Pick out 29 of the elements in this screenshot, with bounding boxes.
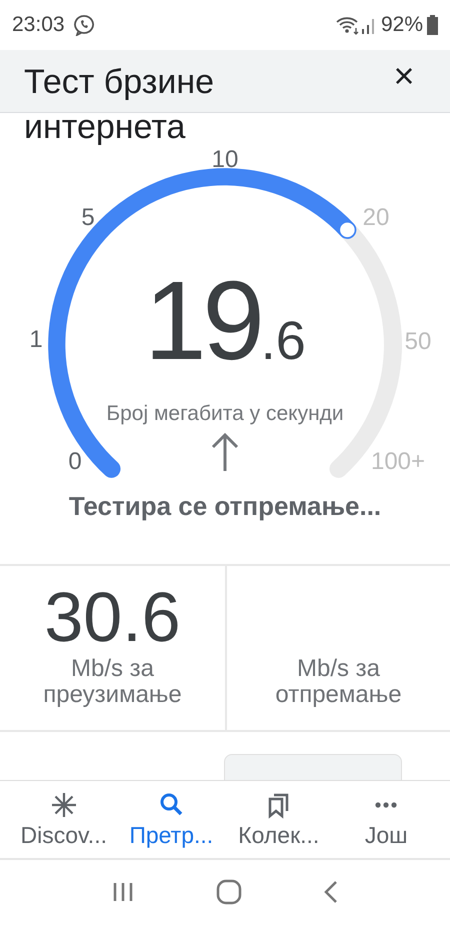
speed-decimal: .6 [260, 314, 306, 368]
speed-unit: Број мегабита у секунди [105, 402, 345, 426]
chat-icon [72, 14, 95, 36]
battery-percent: 92% [380, 13, 423, 37]
nav-tab[interactable]: Још [334, 781, 438, 858]
gauge-tick-label: 5 [81, 204, 95, 232]
nav-tab[interactable]: Discov... [12, 781, 116, 858]
upload-status: Тестира се отпремање... [68, 490, 382, 523]
nav-tab[interactable]: Претр... [119, 781, 224, 858]
gauge-tick-label: 20 [362, 204, 390, 232]
page-title: Тест брзине интернета [24, 62, 216, 148]
speed-result: 30.6 [44, 582, 181, 652]
wifi-icon [334, 15, 361, 35]
gauge-tick-label: 1 [29, 326, 43, 354]
status-time: 23:03 [12, 13, 65, 37]
back-button[interactable] [323, 880, 340, 904]
result-label: Mb/s за преузимање [42, 656, 183, 708]
close-button[interactable]: × [382, 54, 426, 98]
gauge-tick-label: 50 [404, 328, 432, 356]
nav-tab[interactable]: Колек... [226, 781, 331, 858]
more-icon [375, 802, 398, 808]
speed-value: 19 [144, 265, 261, 377]
result-label: Mb/s за отпремање [274, 656, 403, 708]
gauge-tick-label: 10 [212, 146, 238, 174]
gauge-tick-label: 100+ [370, 448, 426, 476]
gauge-tick-label: 0 [68, 448, 82, 476]
upload-arrow-icon [210, 432, 240, 472]
battery-icon [427, 15, 438, 35]
home-button[interactable] [216, 878, 242, 904]
